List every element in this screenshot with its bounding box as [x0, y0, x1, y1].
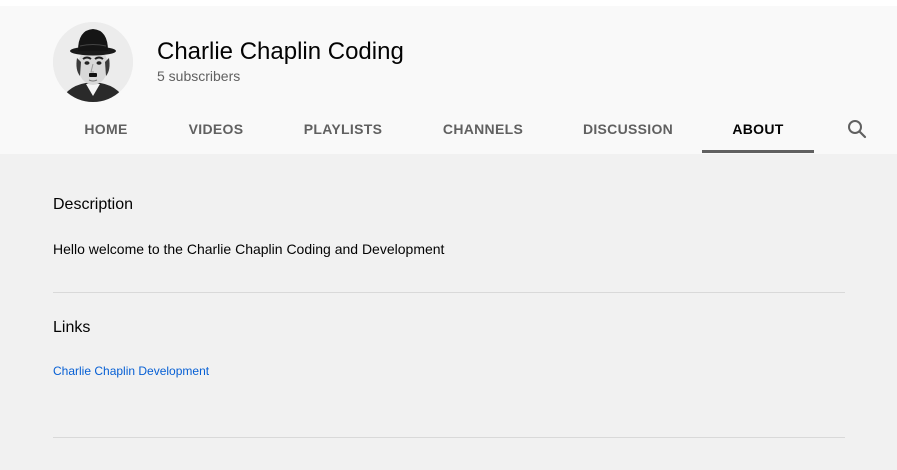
channel-avatar[interactable]: [53, 22, 133, 102]
tab-playlists[interactable]: PLAYLISTS: [293, 103, 393, 153]
tab-about-label: ABOUT: [732, 121, 784, 137]
channel-header: Charlie Chaplin Coding 5 subscribers HOM…: [0, 6, 897, 154]
tab-about[interactable]: ABOUT: [702, 103, 814, 153]
description-heading: Description: [53, 196, 134, 213]
section-divider: [53, 437, 845, 438]
tab-discussion[interactable]: DISCUSSION: [573, 103, 683, 153]
tab-home[interactable]: HOME: [72, 103, 140, 153]
channel-link[interactable]: Charlie Chaplin Development: [53, 364, 209, 378]
tab-videos[interactable]: VIDEOS: [178, 103, 254, 153]
channel-search-button[interactable]: [845, 117, 869, 141]
channel-tabs: HOME VIDEOS PLAYLISTS CHANNELS DISCUSSIO…: [0, 103, 897, 153]
about-content: Description Hello welcome to the Charlie…: [0, 154, 897, 470]
subscriber-count: 5 subscribers: [157, 68, 241, 84]
search-icon: [848, 120, 867, 139]
channel-page: Charlie Chaplin Coding 5 subscribers HOM…: [0, 0, 897, 470]
channel-name: Charlie Chaplin Coding: [157, 38, 404, 65]
tab-channels[interactable]: CHANNELS: [432, 103, 534, 153]
active-tab-indicator: [702, 150, 814, 153]
description-text: Hello welcome to the Charlie Chaplin Cod…: [53, 241, 445, 257]
avatar-image: [53, 22, 133, 102]
section-divider: [53, 292, 845, 293]
links-heading: Links: [53, 319, 91, 336]
